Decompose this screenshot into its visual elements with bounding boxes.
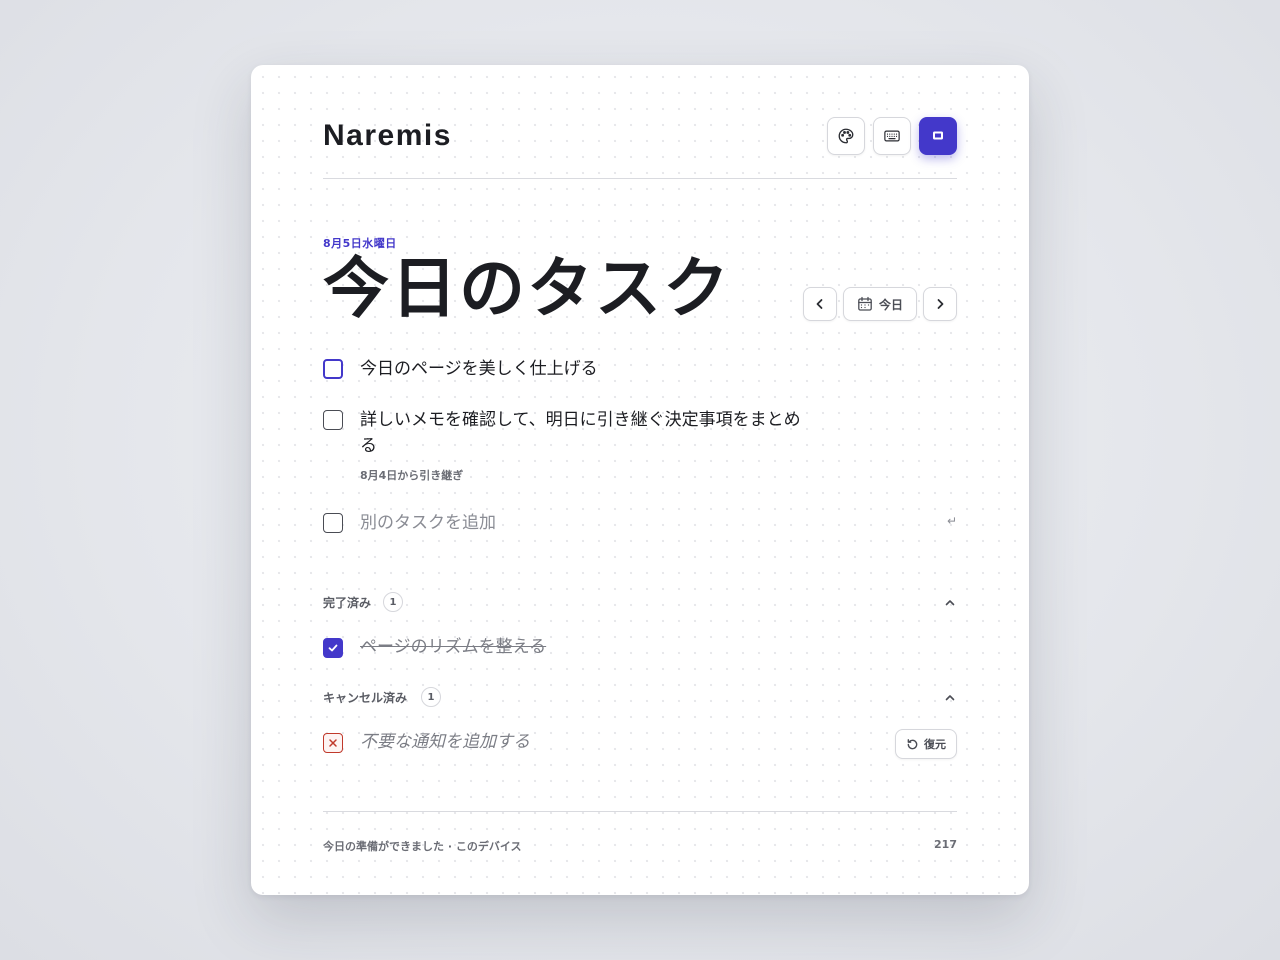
keyboard-shortcuts-button[interactable]: [873, 117, 911, 155]
completed-section-header[interactable]: 完了済み 1: [323, 592, 957, 614]
cancelled-count-badge: 1: [421, 687, 441, 707]
task-checkbox-cancelled[interactable]: [323, 733, 343, 753]
chevron-right-icon: [937, 299, 944, 309]
restore-button[interactable]: 復元: [895, 729, 957, 759]
today-label: 今日: [878, 297, 903, 312]
footer-count: 217: [934, 838, 957, 851]
chevron-up-icon[interactable]: [943, 596, 957, 610]
completed-section-title: 完了済み: [323, 596, 372, 610]
task-item[interactable]: 今日のページを美しく仕上げる: [323, 356, 963, 382]
task-text[interactable]: 不要な通知を追加する: [360, 729, 815, 755]
new-task-input[interactable]: 別のタスクを追加: [360, 510, 815, 536]
app-header: Naremis: [323, 117, 957, 179]
calendar-icon: [858, 296, 872, 311]
restore-label: 復元: [924, 738, 946, 751]
task-checkbox[interactable]: [323, 410, 343, 430]
footer: 今日の準備ができました · このデバイス 217: [323, 811, 957, 853]
completed-count-badge: 1: [383, 592, 403, 612]
theme-button[interactable]: [827, 117, 865, 155]
cancelled-section-header[interactable]: キャンセル済み 1: [323, 687, 957, 709]
current-date: 8月5日水曜日: [323, 237, 397, 250]
enter-key-icon: ↵: [946, 514, 957, 528]
close-icon: [329, 739, 337, 747]
cancelled-task-item[interactable]: 不要な通知を追加する 復元: [323, 729, 957, 759]
task-item[interactable]: 詳しいメモを確認して、明日に引き継ぐ決定事項をまとめる 8月4日から引き継ぎ: [323, 407, 963, 487]
keyboard-icon: [884, 130, 900, 142]
footer-status: 今日の準備ができました · このデバイス: [323, 840, 522, 853]
task-text[interactable]: ページのリズムを整える: [360, 634, 815, 660]
focus-mode-button[interactable]: [919, 117, 957, 155]
chevron-up-icon[interactable]: [943, 691, 957, 705]
app-title: Naremis: [323, 119, 452, 152]
chevron-left-icon: [816, 299, 823, 309]
prev-day-button[interactable]: [803, 287, 837, 321]
undo-icon: [907, 738, 918, 749]
task-checkbox-checked[interactable]: [323, 638, 343, 658]
check-icon: [328, 644, 338, 652]
task-carryover-note: 8月4日から引き継ぎ: [360, 469, 464, 482]
new-task-row[interactable]: 別のタスクを追加 ↵: [323, 510, 957, 536]
cancelled-section-title: キャンセル済み: [323, 691, 408, 705]
completed-task-item[interactable]: ページのリズムを整える: [323, 634, 963, 660]
today-button[interactable]: 今日: [843, 287, 917, 321]
focus-mode-icon: [933, 131, 943, 140]
page-title: 今日のタスク: [323, 250, 731, 327]
app-card: Naremis 8月5日水曜日 今日のタスク 今日 今日のページを美しく仕上げる…: [251, 65, 1029, 895]
task-checkbox[interactable]: [323, 359, 343, 379]
palette-icon: [838, 128, 854, 144]
new-task-checkbox: [323, 513, 343, 533]
next-day-button[interactable]: [923, 287, 957, 321]
task-text[interactable]: 今日のページを美しく仕上げる: [360, 356, 815, 382]
task-text[interactable]: 詳しいメモを確認して、明日に引き継ぐ決定事項をまとめる: [360, 407, 815, 459]
